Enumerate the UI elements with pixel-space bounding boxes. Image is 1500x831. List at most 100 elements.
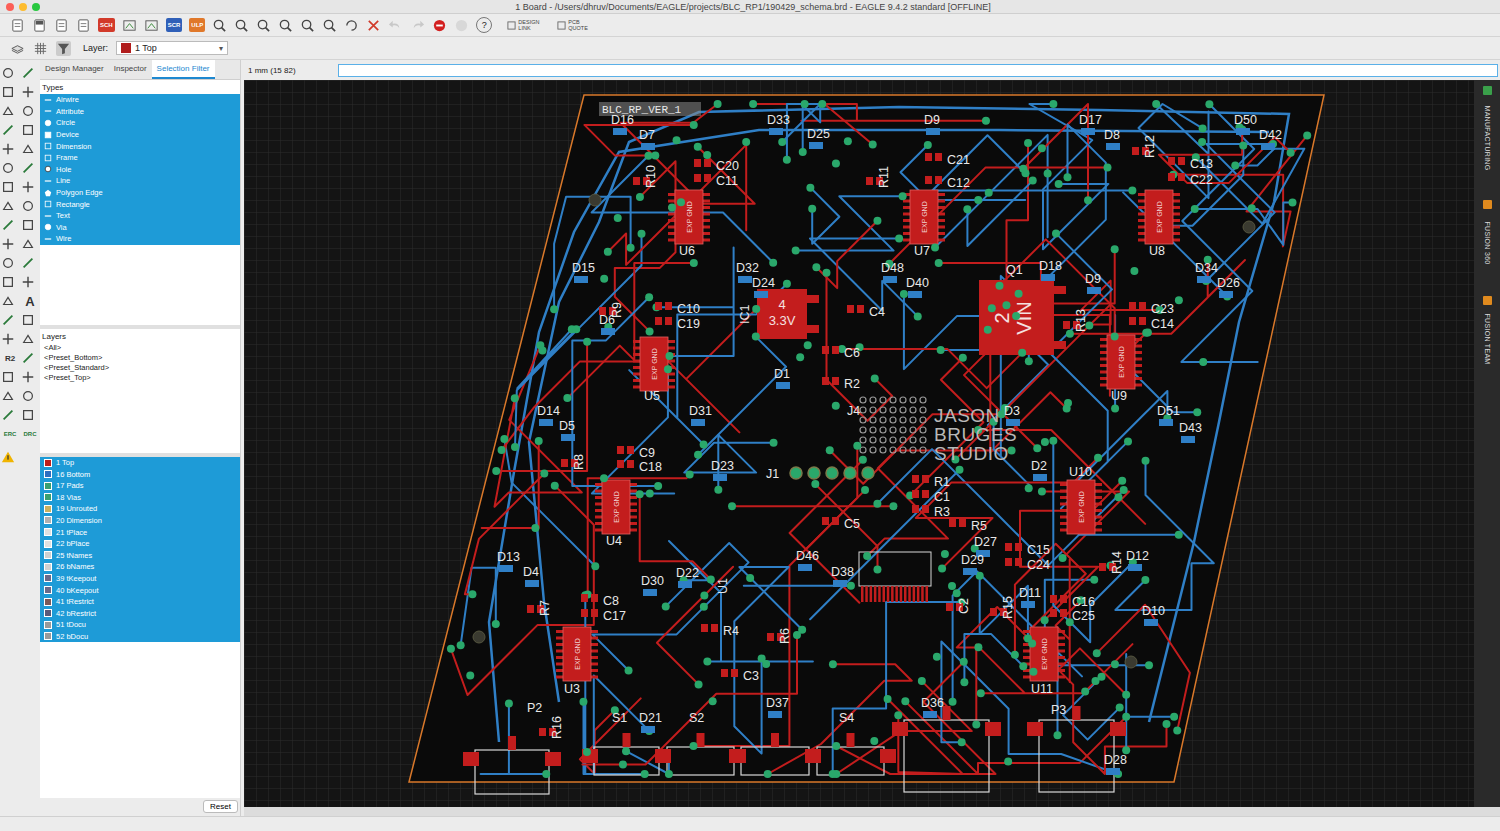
part-label[interactable]: D43 xyxy=(1179,421,1202,435)
part-label[interactable]: C19 xyxy=(677,317,700,331)
via[interactable] xyxy=(1066,330,1074,338)
via[interactable] xyxy=(859,456,867,464)
part-label[interactable]: P2 xyxy=(527,701,542,715)
file-icon[interactable] xyxy=(54,18,69,33)
trace[interactable] xyxy=(580,698,641,774)
via[interactable] xyxy=(714,100,722,108)
tool-icon[interactable] xyxy=(1,237,15,251)
tool-icon[interactable] xyxy=(21,408,35,422)
trace[interactable] xyxy=(529,107,1289,722)
part-label[interactable]: D36 xyxy=(921,696,944,710)
command-line[interactable] xyxy=(338,64,1498,77)
part-label[interactable]: C3 xyxy=(743,669,759,683)
close-button[interactable] xyxy=(6,3,14,11)
smd-pads[interactable] xyxy=(912,490,929,498)
tool-icon[interactable] xyxy=(1,85,15,99)
via[interactable] xyxy=(492,620,500,628)
type-item[interactable]: Rectangle xyxy=(40,198,240,210)
smd-pads[interactable] xyxy=(912,505,929,513)
via[interactable] xyxy=(931,244,939,252)
via[interactable] xyxy=(894,711,902,719)
via[interactable] xyxy=(636,193,644,201)
led-footprint[interactable] xyxy=(926,128,940,135)
part-label[interactable]: R2 xyxy=(844,377,860,391)
via[interactable] xyxy=(1111,332,1119,340)
led-footprint[interactable] xyxy=(643,589,657,596)
part-label[interactable]: D1 xyxy=(774,367,790,381)
trace[interactable] xyxy=(790,460,865,603)
via[interactable] xyxy=(873,500,881,508)
via[interactable] xyxy=(1081,687,1089,695)
type-item[interactable]: Frame xyxy=(40,152,240,164)
trace[interactable] xyxy=(953,571,1082,735)
via[interactable] xyxy=(646,327,654,335)
part-label[interactable]: R1 xyxy=(934,475,950,489)
tool-icon[interactable] xyxy=(21,123,35,137)
part-label[interactable]: D46 xyxy=(796,549,819,563)
connector[interactable] xyxy=(655,733,746,775)
part-label[interactable]: D26 xyxy=(1217,276,1240,290)
via[interactable] xyxy=(466,672,474,680)
part-label[interactable]: J4 xyxy=(847,404,860,418)
via[interactable] xyxy=(651,152,659,160)
warning-icon[interactable] xyxy=(1,450,15,464)
via[interactable] xyxy=(972,720,980,728)
via[interactable] xyxy=(1015,290,1023,298)
via[interactable] xyxy=(937,346,945,354)
via[interactable] xyxy=(832,402,840,410)
tool-icon[interactable] xyxy=(1,332,15,346)
via[interactable] xyxy=(686,471,694,479)
smd-pads[interactable] xyxy=(1005,558,1022,566)
part-label[interactable]: D10 xyxy=(1142,604,1165,618)
led-footprint[interactable] xyxy=(641,143,655,150)
connector[interactable] xyxy=(1027,706,1126,792)
via[interactable] xyxy=(1199,124,1207,132)
part-label[interactable]: C16 xyxy=(1072,595,1095,609)
via[interactable] xyxy=(1128,187,1136,195)
part-label[interactable]: D7 xyxy=(639,128,655,142)
layer-item[interactable]: 25 tNames xyxy=(40,549,240,561)
via[interactable] xyxy=(505,700,513,708)
via[interactable] xyxy=(540,470,548,478)
via[interactable] xyxy=(1025,357,1033,365)
led-footprint[interactable] xyxy=(1159,419,1173,426)
part-label[interactable]: U4 xyxy=(606,534,622,548)
tool-icon[interactable] xyxy=(1,294,15,308)
smd-pads[interactable] xyxy=(721,669,738,677)
tool-icon[interactable] xyxy=(1,218,15,232)
led-footprint[interactable] xyxy=(1197,276,1211,283)
via[interactable] xyxy=(984,326,992,334)
ic-chip[interactable]: EXP GND xyxy=(1100,335,1142,389)
via[interactable] xyxy=(933,653,941,661)
led-footprint[interactable] xyxy=(1219,291,1233,298)
via[interactable] xyxy=(844,137,852,145)
led-footprint[interactable] xyxy=(923,711,937,718)
via[interactable] xyxy=(953,589,961,597)
part-label[interactable]: D28 xyxy=(1104,753,1127,767)
layer-item[interactable]: 22 bPlace xyxy=(40,538,240,550)
via[interactable] xyxy=(1124,437,1132,445)
via[interactable] xyxy=(694,143,702,151)
via[interactable] xyxy=(974,643,982,651)
led-footprint[interactable] xyxy=(798,564,812,571)
smd-pads[interactable] xyxy=(1129,302,1146,310)
part-label[interactable]: D16 xyxy=(611,113,634,127)
via[interactable] xyxy=(1024,139,1032,147)
zoom-icon[interactable] xyxy=(322,18,337,33)
led-footprint[interactable] xyxy=(1106,768,1120,775)
tool-icon[interactable] xyxy=(1,275,15,289)
layer-item[interactable]: 20 Dimension xyxy=(40,515,240,527)
part-label[interactable]: C17 xyxy=(603,609,626,623)
part-label[interactable]: C8 xyxy=(603,594,619,608)
via[interactable] xyxy=(714,486,722,494)
led-footprint[interactable] xyxy=(963,568,977,575)
layer-item[interactable]: 1 Top xyxy=(40,457,240,469)
via[interactable] xyxy=(796,353,804,361)
smd-pads[interactable] xyxy=(1005,543,1022,551)
via[interactable] xyxy=(956,466,964,474)
panel-tab[interactable]: Selection Filter xyxy=(152,60,215,79)
via[interactable] xyxy=(690,259,698,267)
part-label[interactable]: R11 xyxy=(877,166,891,188)
via[interactable] xyxy=(1084,196,1092,204)
via[interactable] xyxy=(572,325,580,333)
